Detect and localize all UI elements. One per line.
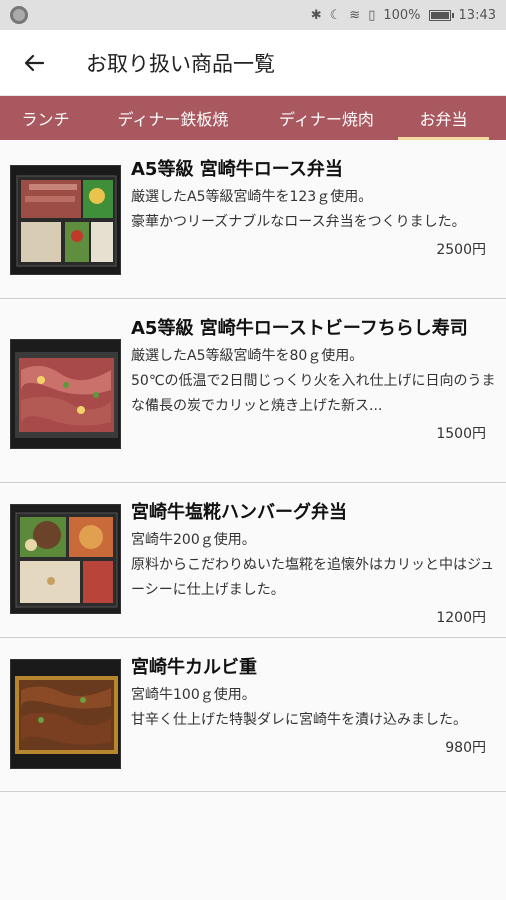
product-description: 宮崎牛100ｇ使用。 甘辛く仕上げた特製ダレに宮崎牛を漬け込みました。	[131, 687, 467, 728]
list-item[interactable]: 宮崎牛カルビ重 宮崎牛100ｇ使用。 甘辛く仕上げた特製ダレに宮崎牛を漬け込みま…	[0, 638, 506, 792]
page-title: お取り扱い商品一覧	[86, 51, 275, 76]
product-name: A5等級 宮崎牛ローストビーフちらし寿司	[131, 318, 468, 339]
battery-percent: 100%	[383, 7, 421, 23]
tab-dinner-teppanyaki[interactable]: ディナー鉄板焼	[91, 96, 255, 140]
product-image	[10, 504, 121, 614]
tab-lunch[interactable]: ランチ	[0, 96, 91, 140]
back-arrow-icon[interactable]	[0, 30, 68, 96]
product-image	[10, 659, 121, 769]
product-image	[10, 165, 121, 275]
product-price: 1500円	[436, 426, 486, 442]
sim-icon: ▯	[368, 7, 376, 23]
status-bar: ✱ ☾ ≋ ▯ 100% 13:43	[0, 0, 506, 30]
app-bar: お取り扱い商品一覧	[0, 30, 506, 96]
product-list: A5等級 宮崎牛ロース弁当 厳選したA5等級宮崎牛を123ｇ使用。 豪華かつリー…	[0, 140, 506, 792]
product-price: 2500円	[436, 242, 486, 258]
status-icons: ✱ ☾ ≋ ▯ 100% 13:43	[311, 8, 496, 23]
product-price: 1200円	[436, 610, 486, 626]
clock: 13:43	[458, 7, 496, 23]
moon-icon: ☾	[329, 7, 342, 23]
list-item[interactable]: 宮崎牛塩糀ハンバーグ弁当 宮崎牛200ｇ使用。 原料からこだわりぬいた塩糀を追懐…	[0, 483, 506, 638]
product-description: 厳選したA5等級宮崎牛を80ｇ使用。 50℃の低温で2日間じっくり火を入れ仕上げ…	[131, 348, 496, 414]
product-image	[10, 339, 121, 449]
product-description: 宮崎牛200ｇ使用。 原料からこだわりぬいた塩糀を追懐外はカリッと中はジューシー…	[131, 532, 495, 598]
product-description: 厳選したA5等級宮崎牛を123ｇ使用。 豪華かつリーズナブルなロース弁当をつくり…	[131, 189, 466, 230]
tab-bento[interactable]: お弁当	[398, 96, 489, 140]
tab-dinner-yakiniku[interactable]: ディナー焼肉	[255, 96, 398, 140]
product-name: 宮崎牛カルビ重	[131, 657, 257, 678]
product-name: A5等級 宮崎牛ロース弁当	[131, 159, 343, 180]
category-tabs: ランチ ディナー鉄板焼 ディナー焼肉 お弁当	[0, 96, 506, 140]
product-name: 宮崎牛塩糀ハンバーグ弁当	[131, 502, 347, 523]
battery-icon	[428, 9, 454, 21]
list-item[interactable]: A5等級 宮崎牛ロース弁当 厳選したA5等級宮崎牛を123ｇ使用。 豪華かつリー…	[0, 140, 506, 299]
product-price: 980円	[445, 740, 486, 756]
notification-icon	[10, 6, 28, 24]
bluetooth-icon: ✱	[310, 7, 322, 23]
list-item[interactable]: A5等級 宮崎牛ローストビーフちらし寿司 厳選したA5等級宮崎牛を80ｇ使用。 …	[0, 299, 506, 483]
wifi-icon: ≋	[349, 7, 361, 23]
